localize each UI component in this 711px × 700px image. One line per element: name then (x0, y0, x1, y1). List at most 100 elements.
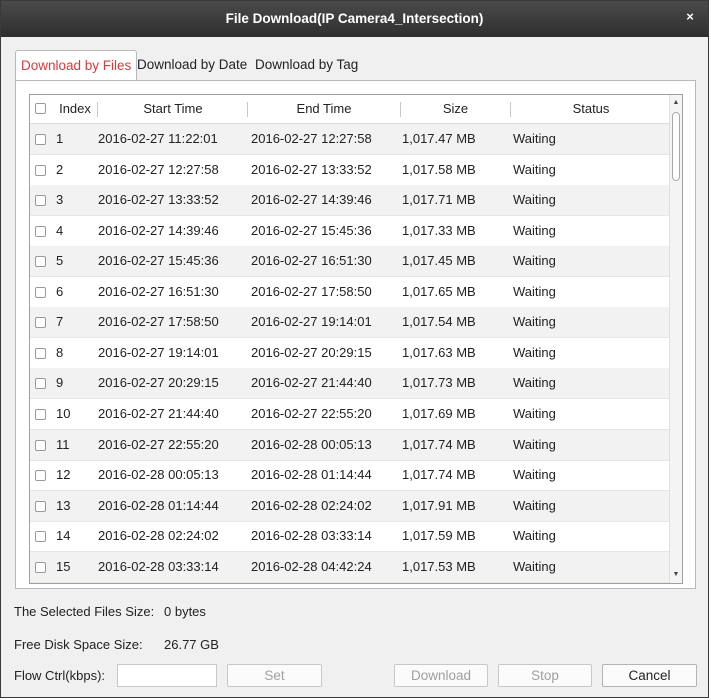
stop-button[interactable]: Stop (498, 664, 592, 687)
row-checkbox[interactable] (35, 470, 46, 482)
set-button[interactable]: Set (227, 664, 322, 687)
start-time-cell: 2016-02-27 19:14:01 (98, 344, 219, 360)
file-table: Index Start Time End Time Size Status 12… (29, 94, 683, 584)
table-row[interactable]: 8 2016-02-27 19:14:01 2016-02-27 20:29:15 1… (30, 338, 670, 369)
index-cell: 3 (56, 192, 64, 208)
scroll-up-arrow-icon[interactable]: ▲ (670, 96, 682, 110)
row-checkbox[interactable] (35, 408, 46, 420)
scrollbar-thumb[interactable] (672, 112, 680, 181)
index-cell: 12 (56, 467, 71, 483)
status-cell: Waiting (513, 436, 556, 452)
row-checkbox[interactable] (35, 134, 46, 145)
end-time-cell: 2016-02-27 21:44:40 (251, 375, 372, 391)
size-cell: 1,017.65 MB (402, 283, 476, 299)
status-cell: Waiting (513, 528, 556, 544)
index-cell: 8 (56, 344, 64, 360)
end-time-cell: 2016-02-28 01:14:44 (251, 467, 372, 483)
end-time-cell: 2016-02-27 12:27:58 (251, 131, 372, 146)
end-time-cell: 2016-02-27 20:29:15 (251, 344, 372, 360)
start-time-cell: 2016-02-27 20:29:15 (98, 375, 219, 391)
title-bar[interactable]: File Download(IP Camera4_Intersection) × (1, 1, 708, 37)
status-cell: Waiting (513, 375, 556, 391)
status-cell: Waiting (513, 161, 556, 177)
index-cell: 7 (56, 314, 64, 330)
row-checkbox[interactable] (35, 531, 46, 543)
row-checkbox[interactable] (35, 347, 46, 359)
table-row[interactable]: 15 2016-02-28 03:33:14 2016-02-28 04:42:24… (30, 551, 670, 583)
column-header-status[interactable]: Status (511, 95, 671, 123)
cancel-button[interactable]: Cancel (602, 664, 697, 687)
end-time-cell: 2016-02-27 13:33:52 (251, 161, 372, 177)
end-time-cell: 2016-02-27 15:45:36 (251, 222, 372, 238)
size-cell: 1,017.71 MB (402, 192, 476, 208)
table-row[interactable]: 9 2016-02-27 20:29:15 2016-02-27 21:44:40 1… (30, 368, 670, 400)
table-row[interactable]: 7 2016-02-27 17:58:50 2016-02-27 19:14:01 1… (30, 307, 670, 339)
start-time-cell: 2016-02-27 11:22:01 (98, 131, 218, 146)
start-time-cell: 2016-02-27 16:51:30 (98, 283, 219, 299)
table-row[interactable]: 4 2016-02-27 14:39:46 2016-02-27 15:45:36 1… (30, 216, 670, 247)
end-time-cell: 2016-02-27 19:14:01 (251, 314, 372, 330)
row-checkbox[interactable] (35, 195, 46, 207)
flow-ctrl-input[interactable] (117, 664, 217, 687)
close-icon[interactable]: × (682, 9, 698, 25)
row-checkbox[interactable] (35, 439, 46, 451)
status-cell: Waiting (513, 283, 556, 299)
size-cell: 1,017.33 MB (402, 222, 476, 238)
tab-download-by-date[interactable]: Download by Date (137, 50, 247, 80)
index-cell: 1 (56, 131, 64, 146)
end-time-cell: 2016-02-27 22:55:20 (251, 405, 372, 421)
column-header-size[interactable]: Size (401, 95, 510, 123)
end-time-cell: 2016-02-27 17:58:50 (251, 283, 372, 299)
status-cell: Waiting (513, 314, 556, 330)
index-cell: 5 (56, 253, 64, 269)
file-download-dialog: File Download(IP Camera4_Intersection) ×… (0, 0, 709, 698)
column-header-start-time[interactable]: Start Time (98, 95, 248, 123)
start-time-cell: 2016-02-28 00:05:13 (98, 467, 219, 483)
table-header: Index Start Time End Time Size Status (30, 95, 670, 124)
index-cell: 10 (56, 405, 71, 421)
download-button[interactable]: Download (394, 664, 488, 687)
select-all-checkbox[interactable] (35, 103, 46, 114)
table-row[interactable]: 14 2016-02-28 02:24:02 2016-02-28 03:33:14… (30, 521, 670, 553)
table-row[interactable]: 11 2016-02-27 22:55:20 2016-02-28 00:05:13… (30, 429, 670, 461)
start-time-cell: 2016-02-28 01:14:44 (98, 497, 219, 513)
table-row[interactable]: 13 2016-02-28 01:14:44 2016-02-28 02:24:02… (30, 490, 670, 522)
table-row[interactable]: 2 2016-02-27 12:27:58 2016-02-27 13:33:52 1… (30, 155, 670, 186)
scroll-down-arrow-icon[interactable]: ▼ (670, 568, 682, 582)
tab-download-by-tag[interactable]: Download by Tag (255, 50, 358, 80)
column-header-index[interactable]: Index (50, 95, 100, 123)
index-cell: 15 (56, 558, 71, 574)
row-checkbox[interactable] (35, 256, 46, 268)
row-checkbox[interactable] (35, 317, 46, 329)
table-row[interactable]: 6 2016-02-27 16:51:30 2016-02-27 17:58:50 1… (30, 277, 670, 308)
end-time-cell: 2016-02-28 00:05:13 (251, 436, 372, 452)
table-row[interactable]: 3 2016-02-27 13:33:52 2016-02-27 14:39:46 1… (30, 185, 670, 217)
size-cell: 1,017.58 MB (402, 161, 476, 177)
size-cell: 1,017.69 MB (402, 405, 476, 421)
start-time-cell: 2016-02-27 17:58:50 (98, 314, 219, 330)
selected-size-label: The Selected Files Size: (14, 604, 155, 619)
table-row[interactable]: 12 2016-02-28 00:05:13 2016-02-28 01:14:44… (30, 460, 670, 492)
tab-download-by-files[interactable]: Download by Files (15, 50, 138, 81)
size-cell: 1,017.74 MB (402, 467, 476, 483)
table-row[interactable]: 5 2016-02-27 15:45:36 2016-02-27 16:51:30 1… (30, 246, 670, 278)
row-checkbox[interactable] (35, 378, 46, 390)
selected-size-value: 0 bytes (164, 604, 206, 619)
row-checkbox[interactable] (35, 225, 46, 237)
size-cell: 1,017.74 MB (402, 436, 476, 452)
status-cell: Waiting (513, 131, 556, 146)
start-time-cell: 2016-02-27 21:44:40 (98, 405, 219, 421)
row-checkbox[interactable] (35, 286, 46, 298)
status-cell: Waiting (513, 222, 556, 238)
status-cell: Waiting (513, 558, 556, 574)
index-cell: 2 (56, 161, 64, 177)
index-cell: 9 (56, 375, 64, 391)
row-checkbox[interactable] (35, 500, 46, 512)
row-checkbox[interactable] (35, 164, 46, 176)
table-row[interactable]: 1 2016-02-27 11:22:01 2016-02-27 12:27:58 1… (30, 124, 670, 155)
row-checkbox[interactable] (35, 561, 46, 573)
table-row[interactable]: 10 2016-02-27 21:44:40 2016-02-27 22:55:20… (30, 399, 670, 430)
status-cell: Waiting (513, 405, 556, 421)
column-header-end-time[interactable]: End Time (248, 95, 400, 123)
vertical-scrollbar[interactable]: ▲ ▼ (669, 95, 682, 583)
